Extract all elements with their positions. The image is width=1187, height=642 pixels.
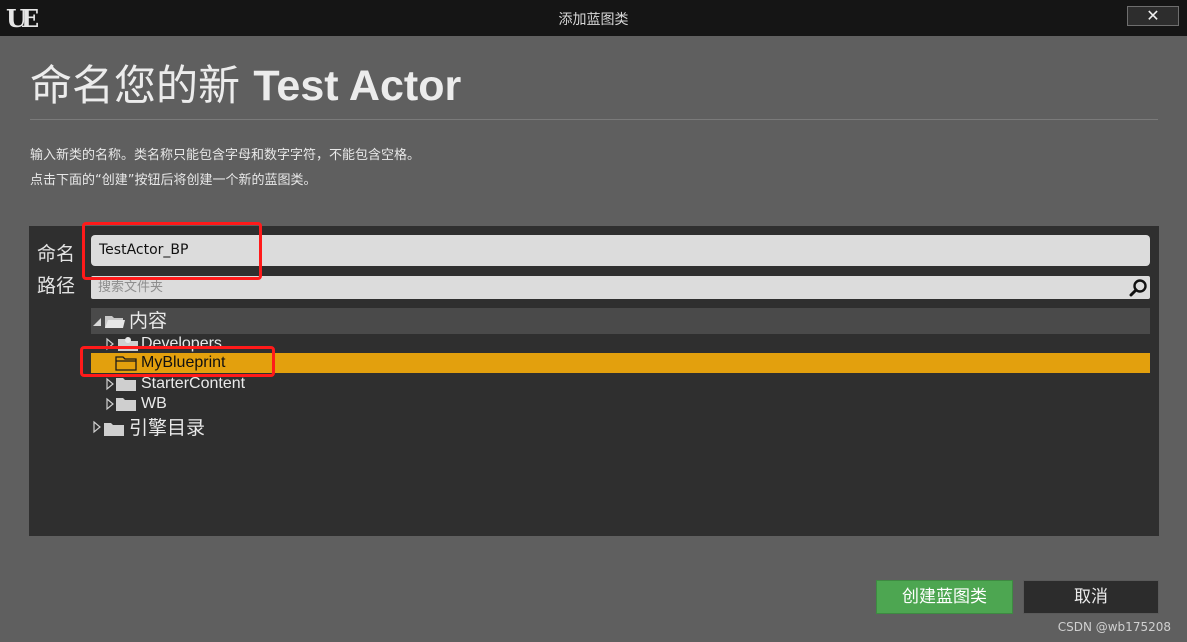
name-label: 命名: [37, 243, 76, 265]
title-bar[interactable]: UE 添加蓝图类 ✕: [0, 0, 1187, 36]
collapsed-arrow-icon[interactable]: [92, 418, 102, 438]
tree-item-label: StarterContent: [141, 375, 246, 392]
open-folder-icon: [105, 316, 125, 328]
tree-item-wb[interactable]: WB: [91, 394, 291, 414]
page-title: 命名您的新 Test Actor: [30, 58, 461, 114]
expanded-arrow-icon[interactable]: [92, 311, 102, 331]
folder-icon: [115, 356, 137, 371]
tree-item-engine-content[interactable]: 引擎目录: [91, 418, 291, 438]
folder-icon: [104, 423, 124, 436]
tree-item-label: 内容: [129, 310, 168, 332]
tree-item-label: Developers: [141, 335, 222, 352]
search-placeholder: 搜索文件夹: [98, 280, 164, 295]
heading-prefix: 命名您的新: [30, 61, 254, 110]
heading-class-name: Test Actor: [253, 62, 462, 110]
collapsed-arrow-icon[interactable]: [105, 394, 115, 414]
tree-item-label: WB: [141, 395, 167, 412]
tree-item-myblueprint[interactable]: MyBlueprint: [91, 353, 391, 373]
tree-item-startercontent[interactable]: StarterContent: [91, 374, 341, 394]
tree-item-developers[interactable]: Developers: [91, 334, 291, 354]
add-blueprint-class-dialog: UE 添加蓝图类 ✕ 命名您的新 Test Actor 输入新类的名称。类名称只…: [0, 0, 1187, 642]
folder-icon: [116, 398, 136, 411]
tree-item-content-root[interactable]: 内容: [91, 311, 291, 331]
close-button[interactable]: ✕: [1127, 6, 1179, 26]
class-name-input[interactable]: TestActor_BP: [91, 235, 1150, 266]
path-label: 路径: [37, 275, 76, 297]
tree-item-label: 引擎目录: [129, 417, 206, 439]
folder-search-input[interactable]: 搜索文件夹: [91, 276, 1150, 299]
search-icon[interactable]: [1129, 278, 1148, 297]
description-line-1: 输入新类的名称。类名称只能包含字母和数字字符，不能包含空格。: [30, 148, 421, 163]
watermark: CSDN @wb175208: [1057, 620, 1171, 634]
folder-icon: [116, 378, 136, 391]
description-line-2: 点击下面的“创建”按钮后将创建一个新的蓝图类。: [30, 173, 317, 188]
cancel-button[interactable]: 取消: [1023, 580, 1159, 614]
collapsed-arrow-icon[interactable]: [105, 334, 115, 354]
tree-item-label: MyBlueprint: [141, 354, 226, 371]
create-blueprint-class-button[interactable]: 创建蓝图类: [876, 580, 1013, 614]
divider: [30, 119, 1158, 120]
collapsed-arrow-icon[interactable]: [105, 374, 115, 394]
developer-folder-icon: [118, 337, 138, 351]
window-title: 添加蓝图类: [558, 12, 629, 28]
